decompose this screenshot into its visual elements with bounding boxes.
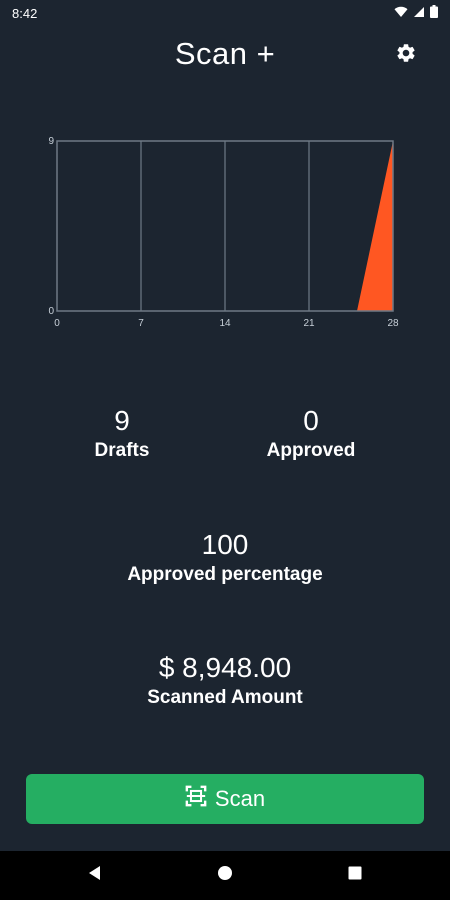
approved-percentage-stat: 100 Approved percentage xyxy=(75,529,375,587)
home-button[interactable] xyxy=(205,851,245,900)
y-tick-label-0: 0 xyxy=(48,306,54,317)
drafts-label: Drafts xyxy=(94,440,150,461)
approved-stat: 0 Approved xyxy=(246,405,376,463)
drafts-chart: 0 7 14 21 28 0 9 xyxy=(48,136,399,329)
approved-percentage-value: 100 xyxy=(201,529,249,560)
scanned-amount-stat: $ 8,948.00 Scanned Amount xyxy=(75,652,375,710)
drafts-stat: 9 Drafts xyxy=(62,405,182,463)
back-button[interactable] xyxy=(75,851,115,900)
scanned-amount-label: Scanned Amount xyxy=(147,687,303,708)
scanned-amount-value: $ 8,948.00 xyxy=(158,652,292,683)
home-circle-icon xyxy=(217,865,233,886)
y-tick-label-1: 9 xyxy=(48,136,54,147)
x-tick-label-0: 0 xyxy=(54,318,60,329)
navigation-bar xyxy=(0,851,450,900)
recents-button[interactable] xyxy=(335,851,375,900)
x-tick-label-4: 28 xyxy=(387,318,399,329)
x-tick-label-2: 14 xyxy=(219,318,231,329)
x-tick-label-1: 7 xyxy=(138,318,144,329)
approved-count: 0 xyxy=(303,405,319,436)
approved-percentage-label: Approved percentage xyxy=(127,564,323,585)
document-scan-icon xyxy=(185,785,207,813)
x-tick-label-3: 21 xyxy=(303,318,315,329)
back-triangle-icon xyxy=(87,865,103,886)
drafts-count: 9 xyxy=(114,405,130,436)
recents-square-icon xyxy=(347,865,363,886)
scan-button-label: Scan xyxy=(214,786,266,811)
scan-button[interactable]: Scan xyxy=(26,774,424,824)
approved-label: Approved xyxy=(266,440,356,461)
series-area xyxy=(357,141,393,311)
